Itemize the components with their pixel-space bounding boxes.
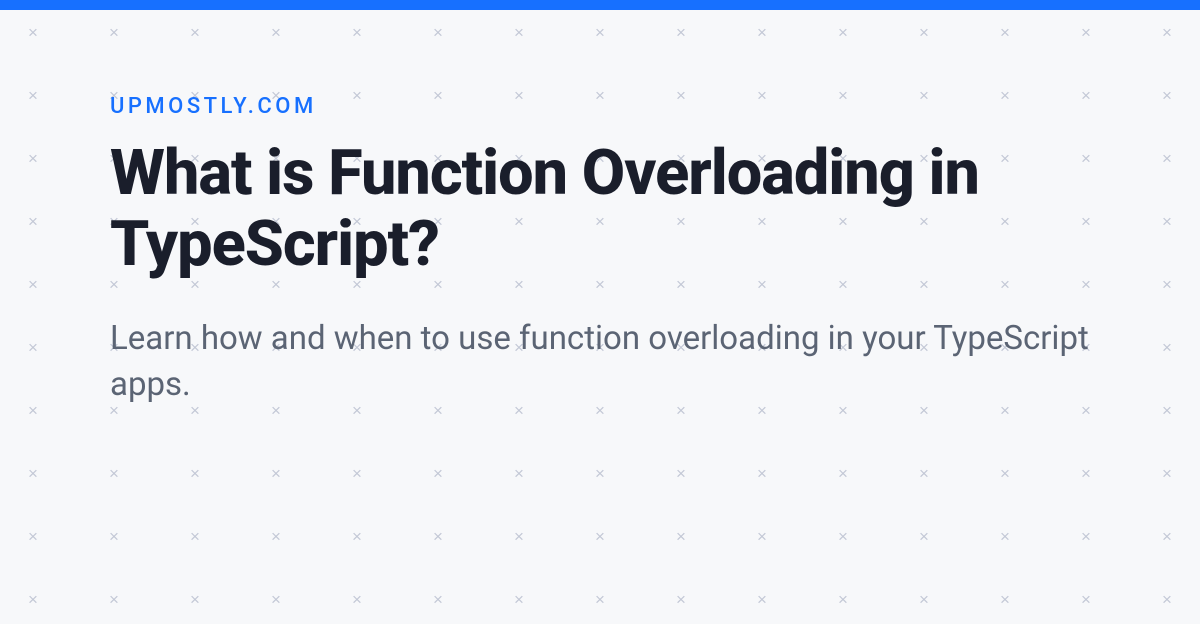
pattern-x-icon: × [1162,591,1172,608]
page-title: What is Function Overloading in TypeScri… [110,139,1090,280]
pattern-x-icon: × [1000,465,1010,482]
pattern-x-icon: × [595,591,605,608]
pattern-x-icon: × [433,465,443,482]
pattern-x-icon: × [271,465,281,482]
pattern-x-icon: × [919,528,929,545]
pattern-x-icon: × [352,591,362,608]
pattern-x-icon: × [190,465,200,482]
pattern-x-icon: × [676,591,686,608]
pattern-x-icon: × [352,528,362,545]
pattern-x-icon: × [109,465,119,482]
pattern-x-icon: × [514,528,524,545]
page-subtitle: Learn how and when to use function overl… [110,316,1090,408]
top-accent-bar [0,0,1200,10]
pattern-x-icon: × [595,528,605,545]
pattern-x-icon: × [1081,591,1091,608]
site-label: UPMOSTLY.COM [110,94,1090,119]
pattern-x-icon: × [28,591,38,608]
pattern-x-icon: × [514,591,524,608]
pattern-x-icon: × [757,591,767,608]
pattern-x-icon: × [190,591,200,608]
pattern-x-icon: × [757,528,767,545]
pattern-x-icon: × [595,465,605,482]
pattern-x-icon: × [1162,528,1172,545]
pattern-x-icon: × [109,591,119,608]
pattern-x-icon: × [1081,528,1091,545]
pattern-x-icon: × [757,465,767,482]
pattern-x-icon: × [1000,591,1010,608]
pattern-x-icon: × [838,528,848,545]
pattern-x-icon: × [433,528,443,545]
pattern-x-icon: × [271,591,281,608]
pattern-x-icon: × [1000,528,1010,545]
pattern-x-icon: × [28,528,38,545]
pattern-x-icon: × [109,528,119,545]
pattern-x-icon: × [271,528,281,545]
pattern-x-icon: × [919,591,929,608]
pattern-x-icon: × [352,465,362,482]
pattern-x-icon: × [838,465,848,482]
pattern-x-icon: × [919,465,929,482]
content-container: UPMOSTLY.COM What is Function Overloadin… [0,10,1200,408]
pattern-x-icon: × [838,591,848,608]
pattern-x-icon: × [676,465,686,482]
pattern-x-icon: × [28,465,38,482]
pattern-x-icon: × [433,591,443,608]
pattern-x-icon: × [190,528,200,545]
pattern-x-icon: × [514,465,524,482]
pattern-x-icon: × [1081,465,1091,482]
pattern-x-icon: × [1162,465,1172,482]
pattern-x-icon: × [676,528,686,545]
